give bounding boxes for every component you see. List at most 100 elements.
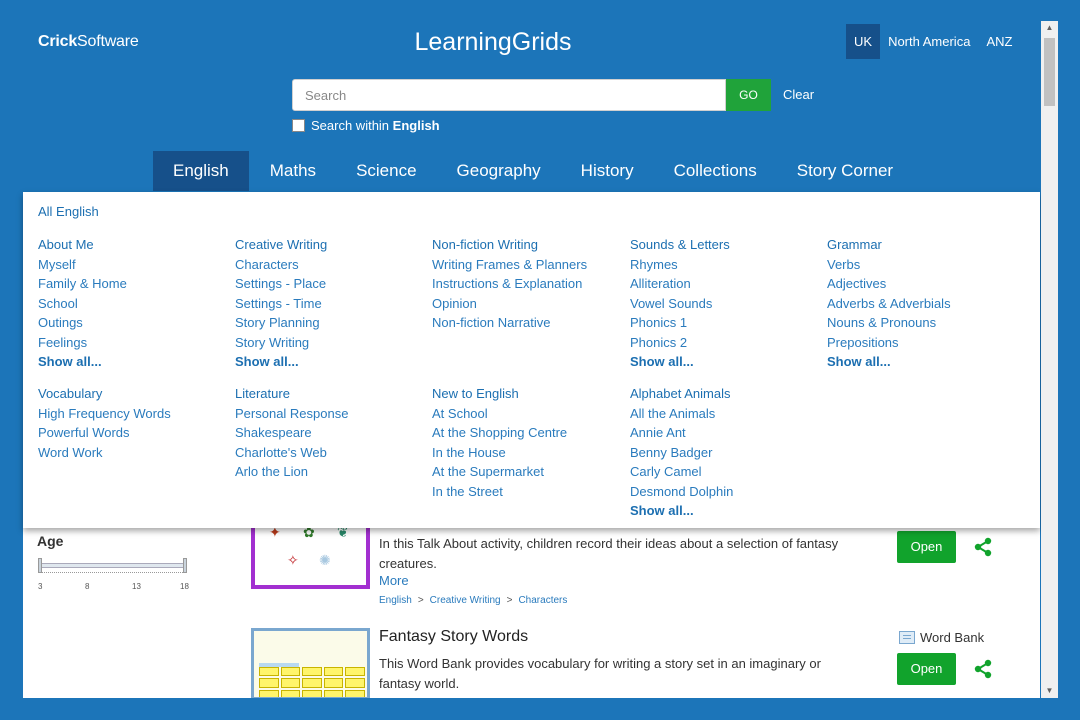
slider-min-handle[interactable] [38,558,42,573]
menu-show-all-link[interactable]: Show all... [630,352,820,372]
menu-item-shakespeare[interactable]: Shakespeare [235,423,425,443]
menu-item-powerful-words[interactable]: Powerful Words [38,423,228,443]
tab-english[interactable]: English [153,151,249,191]
menu-item-charlotte-s-web[interactable]: Charlotte's Web [235,443,425,463]
slider-max-handle[interactable] [183,558,187,573]
age-range-slider[interactable]: 3 8 13 18 [38,558,189,591]
menu-item-story-planning[interactable]: Story Planning [235,313,425,333]
site-title: LearningGrids [414,28,572,56]
vertical-scrollbar[interactable]: ▲ ▼ [1041,21,1058,698]
age-tick: 3 [38,582,43,591]
menu-column-new-to-english: New to English At School At the Shopping C… [432,384,622,501]
menu-column-grammar: Grammar Verbs Adjectives Adverbs & Adverbia… [827,235,1017,372]
menu-item-prepositions[interactable]: Prepositions [827,333,1017,353]
menu-item-at-the-shopping-centre[interactable]: At the Shopping Centre [432,423,622,443]
menu-item-phonics-2[interactable]: Phonics 2 [630,333,820,353]
menu-heading-non-fiction-writing[interactable]: Non-fiction Writing [432,235,622,255]
result-description: This Word Bank provides vocabulary for w… [379,656,821,691]
menu-heading-sounds-and-letters[interactable]: Sounds & Letters [630,235,820,255]
region-north-america[interactable]: North America [880,24,978,59]
menu-show-all-link[interactable]: Show all... [235,352,425,372]
menu-item-school[interactable]: School [38,294,228,314]
region-selector: UK North America ANZ [846,24,1020,59]
breadcrumb-characters[interactable]: Characters [518,595,567,606]
menu-item-arlo-the-lion[interactable]: Arlo the Lion [235,462,425,482]
region-anz[interactable]: ANZ [978,24,1020,59]
menu-column-literature: Literature Personal Response Shakespeare Ch… [235,384,425,482]
open-button[interactable]: Open [897,531,956,563]
menu-item-outings[interactable]: Outings [38,313,228,333]
tab-maths[interactable]: Maths [249,151,336,191]
menu-heading-grammar[interactable]: Grammar [827,235,1017,255]
menu-item-instructions-and-explanation[interactable]: Instructions & Explanation [432,274,622,294]
menu-item-opinion[interactable]: Opinion [432,294,622,314]
menu-item-characters[interactable]: Characters [235,255,425,275]
menu-item-nouns-and-pronouns[interactable]: Nouns & Pronouns [827,313,1017,333]
tab-geography[interactable]: Geography [437,151,561,191]
menu-heading-vocabulary[interactable]: Vocabulary [38,384,228,404]
menu-item-high-frequency-words[interactable]: High Frequency Words [38,404,228,424]
menu-item-at-the-supermarket[interactable]: At the Supermarket [432,462,622,482]
menu-heading-about-me[interactable]: About Me [38,235,228,255]
resource-type-label: Word Bank [920,630,985,645]
menu-item-in-the-street[interactable]: In the Street [432,482,622,502]
menu-heading-literature[interactable]: Literature [235,384,425,404]
breadcrumb-english[interactable]: English [379,595,412,606]
tab-story-corner[interactable]: Story Corner [777,151,913,191]
tab-history[interactable]: History [561,151,654,191]
clear-link[interactable]: Clear [783,87,814,102]
scroll-down-icon[interactable]: ▼ [1041,684,1058,698]
menu-item-word-work[interactable]: Word Work [38,443,228,463]
share-icon[interactable] [973,659,993,679]
menu-show-all-link[interactable]: Show all... [827,352,1017,372]
menu-item-annie-ant[interactable]: Annie Ant [630,423,820,443]
result-thumbnail-fantasy-story-words[interactable] [251,628,370,700]
menu-item-settings-time[interactable]: Settings - Time [235,294,425,314]
menu-item-vowel-sounds[interactable]: Vowel Sounds [630,294,820,314]
menu-item-alliteration[interactable]: Alliteration [630,274,820,294]
menu-heading-new-to-english[interactable]: New to English [432,384,622,404]
menu-show-all-link[interactable]: Show all... [38,352,228,372]
menu-item-myself[interactable]: Myself [38,255,228,275]
menu-heading-alphabet-animals[interactable]: Alphabet Animals [630,384,820,404]
menu-item-feelings[interactable]: Feelings [38,333,228,353]
menu-item-phonics-1[interactable]: Phonics 1 [630,313,820,333]
menu-item-carly-camel[interactable]: Carly Camel [630,462,820,482]
breadcrumb-separator: > [506,595,513,606]
share-icon[interactable] [973,537,993,557]
menu-item-family-and-home[interactable]: Family & Home [38,274,228,294]
search-input[interactable] [292,79,726,111]
open-button[interactable]: Open [897,653,956,685]
result-thumbnail-fantasy-creatures[interactable]: ✦ ✿ ❦ ✧ ✺ [251,524,370,589]
menu-item-at-school[interactable]: At School [432,404,622,424]
menu-all-english[interactable]: All English [38,204,99,219]
region-uk[interactable]: UK [846,24,881,59]
result-title[interactable]: Fantasy Story Words [379,628,528,646]
menu-item-story-writing[interactable]: Story Writing [235,333,425,353]
menu-item-benny-badger[interactable]: Benny Badger [630,443,820,463]
menu-heading-creative-writing[interactable]: Creative Writing [235,235,425,255]
tab-science[interactable]: Science [336,151,436,191]
thumbnail-word-grid [259,667,365,697]
english-mega-menu: All English About Me Myself Family & Home S… [23,192,1040,528]
menu-item-all-the-animals[interactable]: All the Animals [630,404,820,424]
menu-item-writing-frames-and-planners[interactable]: Writing Frames & Planners [432,255,622,275]
menu-item-in-the-house[interactable]: In the House [432,443,622,463]
search-within-checkbox[interactable] [292,119,305,132]
menu-show-all-link[interactable]: Show all... [630,501,820,521]
tab-collections[interactable]: Collections [654,151,777,191]
result-breadcrumb: English > Creative Writing > Characters [379,595,567,606]
more-link[interactable]: More [379,573,409,588]
menu-item-personal-response[interactable]: Personal Response [235,404,425,424]
scroll-up-icon[interactable]: ▲ [1041,21,1058,35]
menu-item-non-fiction-narrative[interactable]: Non-fiction Narrative [432,313,622,333]
breadcrumb-creative-writing[interactable]: Creative Writing [430,595,501,606]
menu-item-rhymes[interactable]: Rhymes [630,255,820,275]
menu-item-settings-place[interactable]: Settings - Place [235,274,425,294]
menu-item-verbs[interactable]: Verbs [827,255,1017,275]
menu-item-adverbs-and-adverbials[interactable]: Adverbs & Adverbials [827,294,1017,314]
scrollbar-thumb[interactable] [1044,38,1055,106]
menu-item-adjectives[interactable]: Adjectives [827,274,1017,294]
go-button[interactable]: GO [726,79,771,111]
menu-item-desmond-dolphin[interactable]: Desmond Dolphin [630,482,820,502]
